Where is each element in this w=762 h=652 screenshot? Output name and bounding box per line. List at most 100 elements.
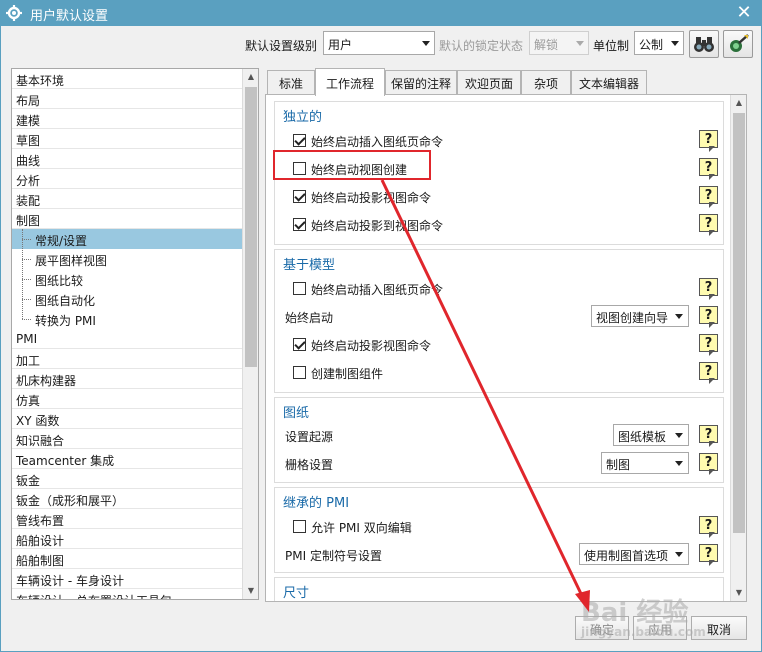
tree-item[interactable]: 基本环境 <box>12 69 243 89</box>
option-label: 始终启动投影视图命令 <box>311 339 432 353</box>
tree-item[interactable]: 车辆设计 - 总布置设计工具包 <box>12 589 243 599</box>
unit-combo[interactable]: 公制 <box>634 31 684 55</box>
help-icon[interactable]: ? <box>699 453 719 475</box>
tree-child-item[interactable]: 展平图样视图 <box>12 249 243 269</box>
chevron-down-icon <box>576 41 584 46</box>
tab-standard[interactable]: 标准 <box>267 70 315 95</box>
start-select[interactable]: 视图创建向导 <box>591 305 689 327</box>
pmi-symbol-label: PMI 定制符号设置 <box>285 549 382 563</box>
tree-item[interactable]: 机床构建器 <box>12 369 243 389</box>
pmi-symbol-select[interactable]: 使用制图首选项 <box>579 543 689 565</box>
checkbox[interactable] <box>293 520 306 533</box>
group-dimension: 尺寸 <box>274 577 724 601</box>
group-model-based: 基于模型 始终启动插入图纸页命令 ? 始终启动 视图创建向导 ? 始终启动投影视… <box>274 249 724 393</box>
chevron-down-icon <box>422 41 430 46</box>
unit-value: 公制 <box>639 38 664 52</box>
checkbox[interactable] <box>293 366 306 379</box>
scroll-down-icon[interactable]: ▼ <box>731 585 747 601</box>
tree-item[interactable]: XY 函数 <box>12 409 243 429</box>
chevron-down-icon <box>671 41 679 46</box>
checkbox[interactable] <box>293 190 306 203</box>
tree-item[interactable]: 船舶设计 <box>12 529 243 549</box>
help-icon[interactable]: ? <box>699 425 719 447</box>
group-title: 独立的 <box>283 110 323 125</box>
option-label: 始终启动投影视图命令 <box>311 191 432 205</box>
tree-connector <box>22 279 31 280</box>
tab-misc[interactable]: 杂项 <box>521 70 571 95</box>
tree-child-item[interactable]: 转换为 PMI <box>12 309 243 329</box>
origin-select[interactable]: 图纸模板 <box>613 424 689 446</box>
tree-item[interactable]: 布局 <box>12 89 243 109</box>
tree-item[interactable]: PMI <box>12 329 243 349</box>
annotation-highlight-box <box>273 150 431 180</box>
tab-retained-annotations[interactable]: 保留的注释 <box>385 70 457 95</box>
unit-label: 单位制 <box>593 39 630 53</box>
tree-item[interactable]: 钣金（成形和展平） <box>12 489 243 509</box>
tree-item[interactable]: 仿真 <box>12 389 243 409</box>
tree-item[interactable]: Teamcenter 集成 <box>12 449 243 469</box>
help-icon[interactable]: ? <box>699 186 719 208</box>
tree-item[interactable]: 曲线 <box>12 149 243 169</box>
tree-item-selected[interactable]: 常规/设置 <box>12 229 243 249</box>
help-icon[interactable]: ? <box>699 214 719 236</box>
help-icon[interactable]: ? <box>699 130 719 152</box>
manage-button[interactable] <box>723 30 753 58</box>
scroll-thumb[interactable] <box>245 87 257 367</box>
ok-button[interactable]: 确定 <box>575 616 629 640</box>
tree-item[interactable]: 草图 <box>12 129 243 149</box>
help-icon[interactable]: ? <box>699 158 719 180</box>
option-label: 允许 PMI 双向编辑 <box>311 521 412 535</box>
help-icon[interactable]: ? <box>699 306 719 328</box>
scroll-up-icon[interactable]: ▲ <box>243 69 258 85</box>
checkbox[interactable] <box>293 134 306 147</box>
grid-value: 制图 <box>606 458 631 472</box>
start-value: 视图创建向导 <box>596 311 669 325</box>
tree-child-item[interactable]: 图纸比较 <box>12 269 243 289</box>
group-title: 基于模型 <box>283 258 336 273</box>
close-icon[interactable]: ✕ <box>734 2 754 23</box>
grid-select[interactable]: 制图 <box>601 452 689 474</box>
settings-wand-icon <box>730 34 749 52</box>
checkbox[interactable] <box>293 218 306 231</box>
lock-combo[interactable]: 解锁 <box>529 31 589 55</box>
tree-item[interactable]: 制图 <box>12 209 243 229</box>
tree-item[interactable]: 钣金 <box>12 469 243 489</box>
help-icon[interactable]: ? <box>699 334 719 356</box>
tree-item[interactable]: 建模 <box>12 109 243 129</box>
scroll-thumb[interactable] <box>733 113 745 533</box>
tab-text-editor[interactable]: 文本编辑器 <box>571 70 647 95</box>
checkbox[interactable] <box>293 282 306 295</box>
checkbox[interactable] <box>293 338 306 351</box>
tree-child-item[interactable]: 图纸自动化 <box>12 289 243 309</box>
scroll-down-icon[interactable]: ▼ <box>243 583 258 599</box>
cancel-button[interactable]: 取消 <box>691 616 747 640</box>
tree-item[interactable]: 车辆设计 - 车身设计 <box>12 569 243 589</box>
dialog-body: 默认设置级别 用户 默认的锁定状态 解锁 单位制 公制 基本环境 布局 建模 草图 曲线… <box>0 26 762 652</box>
find-button[interactable] <box>689 30 719 58</box>
tree-item[interactable]: 船舶制图 <box>12 549 243 569</box>
tree-connector <box>22 229 23 319</box>
panel-scrollbar[interactable]: ▲ ▼ <box>730 95 746 601</box>
tree-item[interactable]: 管线布置 <box>12 509 243 529</box>
help-icon[interactable]: ? <box>699 362 719 384</box>
option-label: 始终启动插入图纸页命令 <box>311 135 444 149</box>
tree-scrollbar[interactable]: ▲ ▼ <box>242 69 258 599</box>
tree-item[interactable]: 知识融合 <box>12 429 243 449</box>
tree-item[interactable]: 装配 <box>12 189 243 209</box>
tab-welcome-page[interactable]: 欢迎页面 <box>457 70 521 95</box>
help-icon[interactable]: ? <box>699 278 719 300</box>
apply-button[interactable]: 应用 <box>633 616 687 640</box>
group-title: 图纸 <box>283 406 310 421</box>
level-label: 默认设置级别 <box>245 39 318 53</box>
tree-item[interactable]: 分析 <box>12 169 243 189</box>
origin-value: 图纸模板 <box>618 430 667 444</box>
level-combo[interactable]: 用户 <box>323 31 435 55</box>
tab-workflow[interactable]: 工作流程 <box>315 68 385 96</box>
tree-item[interactable]: 加工 <box>12 349 243 369</box>
option-label: 创建制图组件 <box>311 367 384 381</box>
help-icon[interactable]: ? <box>699 516 719 538</box>
scroll-up-icon[interactable]: ▲ <box>731 95 747 111</box>
group-title: 尺寸 <box>283 586 310 601</box>
tree-connector <box>22 319 31 320</box>
help-icon[interactable]: ? <box>699 544 719 566</box>
